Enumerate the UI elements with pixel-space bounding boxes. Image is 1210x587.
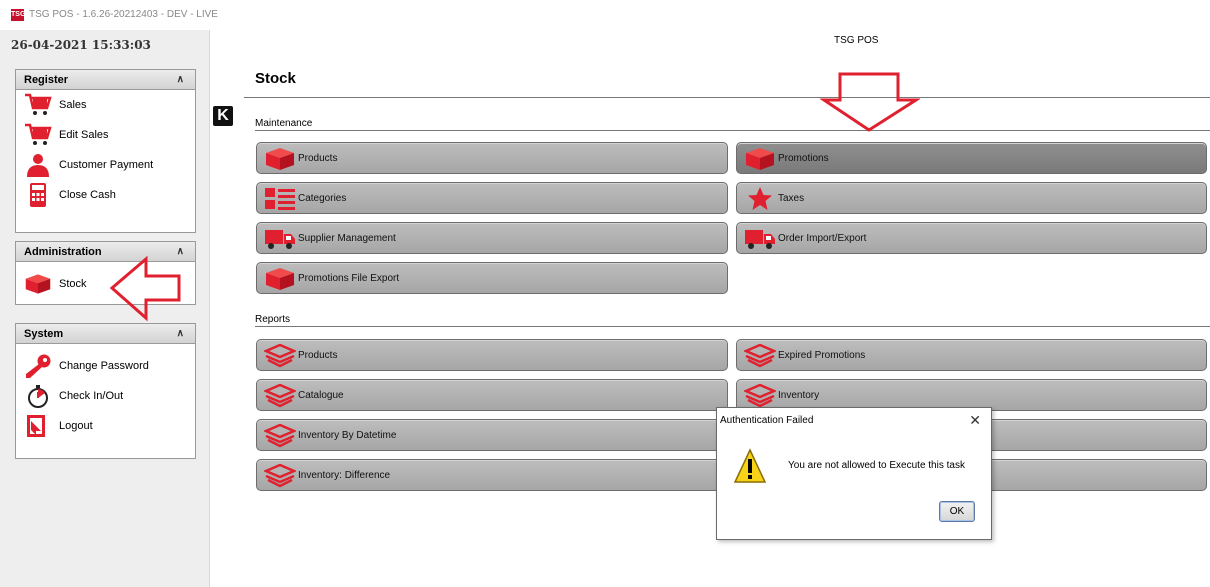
layers-icon: [744, 384, 776, 408]
header-title: TSG POS: [834, 35, 879, 46]
sidebar-item-change-password[interactable]: Change Password: [16, 351, 195, 381]
star-icon: [744, 187, 776, 211]
layers-icon: [264, 424, 296, 448]
maintenance-categories-button[interactable]: Categories: [256, 182, 728, 214]
layers-icon: [264, 464, 296, 488]
maintenance-label: Maintenance: [255, 118, 313, 129]
dialog-title: Authentication Failed: [720, 415, 814, 426]
annotation-down-arrow-icon: [820, 72, 920, 132]
button-label: Inventory: Difference: [298, 470, 391, 481]
button-label: Categories: [298, 193, 347, 204]
sidebar-item-label: Close Cash: [59, 189, 116, 201]
maintenance-divider: [255, 130, 1210, 131]
button-label: Expired Promotions: [778, 350, 866, 361]
stopwatch-icon: [24, 384, 52, 408]
warning-icon: [734, 448, 766, 484]
sidebar-item-close-cash[interactable]: Close Cash: [16, 180, 195, 210]
button-label: Taxes: [778, 193, 805, 204]
page-title: Stock: [255, 70, 296, 87]
box-icon: [24, 272, 52, 296]
customer-icon: [24, 153, 52, 177]
sidebar-item-edit-sales[interactable]: Edit Sales: [16, 120, 195, 150]
window-title-bar: TSG TSG POS - 1.6.26-20212403 - DEV - LI…: [0, 0, 1210, 30]
sidebar-item-customer-payment[interactable]: Customer Payment: [16, 150, 195, 180]
layers-icon: [264, 344, 296, 368]
sidebar-item-label: Logout: [59, 420, 93, 432]
button-label: Inventory: [778, 390, 820, 401]
sidebar-item-label: Sales: [59, 99, 87, 111]
sidebar-item-label: Stock: [59, 278, 87, 290]
sidebar-item-sales[interactable]: Sales: [16, 90, 195, 120]
button-label: Supplier Management: [298, 233, 396, 244]
window-title: TSG POS - 1.6.26-20212403 - DEV - LIVE: [29, 9, 218, 20]
sidebar-item-label: Edit Sales: [59, 129, 109, 141]
register-title: Register: [24, 74, 69, 86]
reports-inventory-difference-button[interactable]: Inventory: Difference: [256, 459, 728, 491]
button-label: Promotions: [778, 153, 829, 164]
page-title-divider: [244, 97, 1210, 98]
reports-divider: [255, 326, 1210, 327]
list-icon: [264, 187, 296, 211]
reports-products-button[interactable]: Products: [256, 339, 728, 371]
box-icon: [264, 147, 296, 171]
key-icon: [24, 354, 52, 378]
system-header[interactable]: System ∧: [16, 324, 195, 344]
system-title: System: [24, 328, 64, 340]
reports-expired-promotions-button[interactable]: Expired Promotions: [736, 339, 1207, 371]
sidebar-item-logout[interactable]: Logout: [16, 411, 195, 441]
calculator-icon: [24, 183, 52, 207]
reports-inventory-by-datetime-button[interactable]: Inventory By Datetime: [256, 419, 728, 451]
truck-icon: [264, 227, 296, 251]
maintenance-promotions-button[interactable]: Promotions: [736, 142, 1207, 174]
system-section: System ∧ Change Password Check In/Out Lo…: [15, 323, 196, 459]
maintenance-supplier-management-button[interactable]: Supplier Management: [256, 222, 728, 254]
button-label: Products: [298, 350, 338, 361]
layers-icon: [264, 384, 296, 408]
button-label: Products: [298, 153, 338, 164]
button-label: Catalogue: [298, 390, 344, 401]
button-label: Promotions File Export: [298, 273, 400, 284]
clock: 26-04-2021 15:33:03: [11, 38, 151, 52]
reports-label: Reports: [255, 314, 291, 325]
maintenance-taxes-button[interactable]: Taxes: [736, 182, 1207, 214]
logout-icon: [24, 414, 52, 438]
button-label: Order Import/Export: [778, 233, 867, 244]
cart-icon: [24, 93, 52, 117]
register-header[interactable]: Register ∧: [16, 70, 195, 90]
register-section: Register ∧ Sales Edit Sales Customer Pay…: [15, 69, 196, 233]
button-label: Inventory By Datetime: [298, 430, 397, 441]
reports-catalogue-button[interactable]: Catalogue: [256, 379, 728, 411]
truck-icon: [744, 227, 776, 251]
box-icon: [744, 147, 776, 171]
cart-edit-icon: [24, 123, 52, 147]
authentication-failed-dialog: Authentication Failed ✕ You are not allo…: [716, 407, 992, 540]
sidebar-item-check-in-out[interactable]: Check In/Out: [16, 381, 195, 411]
app-logo-icon: TSG: [11, 9, 25, 21]
collapse-chevron-icon[interactable]: ∧: [177, 70, 184, 90]
sidebar-item-label: Check In/Out: [59, 390, 124, 402]
box-icon: [264, 267, 296, 291]
ok-button[interactable]: OK: [939, 501, 975, 522]
sidebar-item-label: Customer Payment: [59, 159, 154, 171]
k-logo-icon[interactable]: K: [213, 106, 233, 126]
dialog-message: You are not allowed to Execute this task: [788, 460, 965, 471]
maintenance-products-button[interactable]: Products: [256, 142, 728, 174]
collapse-chevron-icon[interactable]: ∧: [177, 324, 184, 344]
sidebar-item-label: Change Password: [59, 360, 149, 372]
maintenance-order-import-export-button[interactable]: Order Import/Export: [736, 222, 1207, 254]
administration-title: Administration: [24, 246, 102, 258]
layers-icon: [744, 344, 776, 368]
annotation-left-arrow-icon: [109, 256, 181, 322]
close-icon[interactable]: ✕: [969, 412, 981, 429]
maintenance-promotions-file-export-button[interactable]: Promotions File Export: [256, 262, 728, 294]
